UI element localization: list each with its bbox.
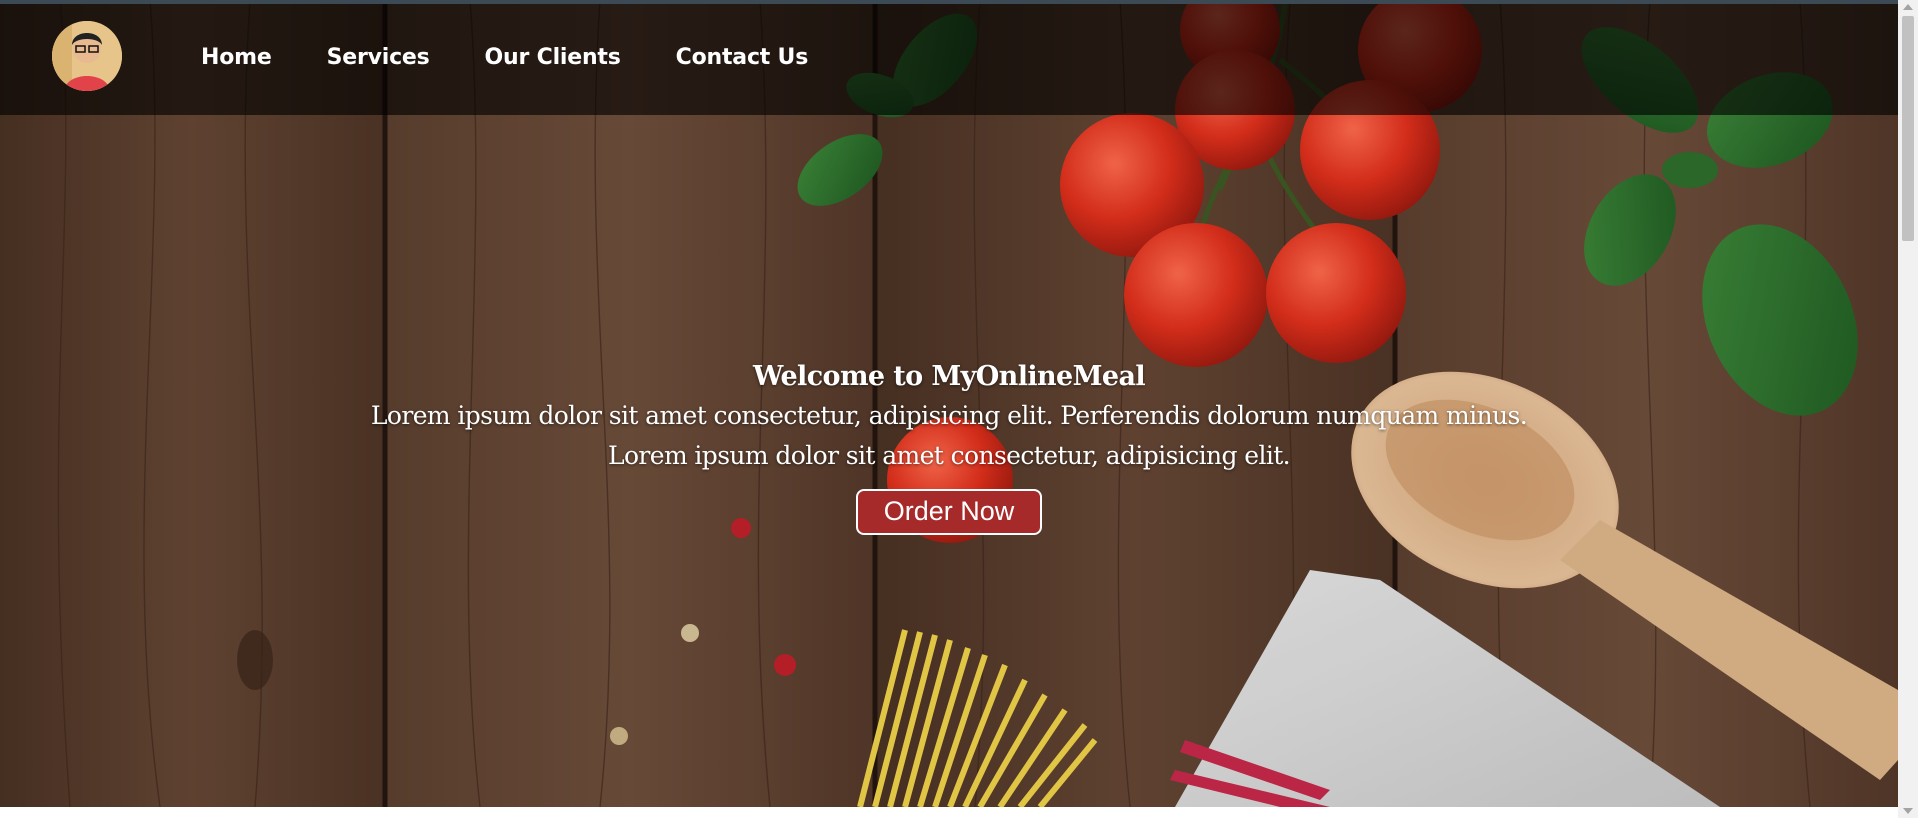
nav-link-contact-us[interactable]: Contact Us (676, 45, 809, 70)
page-bottom-edge (0, 807, 1898, 818)
avatar[interactable] (52, 21, 122, 91)
browser-top-edge (0, 0, 1918, 4)
hero-text-line-2: Lorem ipsum dolor sit amet consectetur, … (607, 441, 1291, 470)
vertical-scrollbar[interactable] (1898, 0, 1918, 818)
avatar-image (52, 21, 122, 91)
nav-link-our-clients[interactable]: Our Clients (485, 45, 621, 70)
scrollbar-thumb[interactable] (1902, 16, 1914, 241)
top-navbar: Home Services Our Clients Contact Us (0, 4, 1898, 115)
scroll-up-arrow-icon[interactable] (1903, 4, 1913, 10)
order-now-button[interactable]: Order Now (855, 489, 1043, 535)
nav-link-services[interactable]: Services (327, 45, 430, 70)
scroll-down-arrow-icon[interactable] (1903, 808, 1913, 814)
hero-title: Welcome to MyOnlineMeal (752, 361, 1146, 392)
hero-text-line-1: Lorem ipsum dolor sit amet consectetur, … (370, 401, 1528, 430)
nav-link-home[interactable]: Home (201, 45, 272, 70)
main-nav: Home Services Our Clients Contact Us (201, 45, 863, 70)
hero-content: Welcome to MyOnlineMeal Lorem ipsum dolo… (0, 358, 1898, 535)
